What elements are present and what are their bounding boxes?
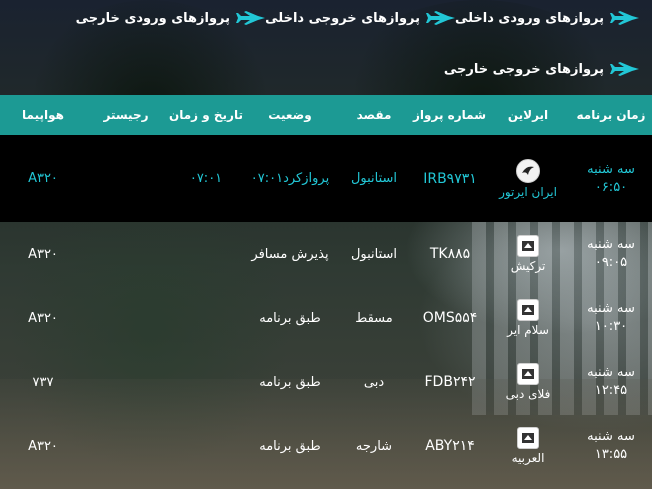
column-header: هواپیما (22, 108, 64, 122)
destination: استانبول (350, 246, 398, 262)
day-label: سه شنبه (587, 161, 635, 177)
airline-cell: العربیه (486, 427, 570, 465)
nav-label: پروازهای ورودی خارجی (75, 10, 230, 26)
table-header: زمان برنامه ایرلاین شماره پرواز مقصد وضع… (0, 95, 652, 135)
column-header: شماره پرواز (413, 108, 486, 122)
scheduled-time: سه شنبه ۱۳:۵۵ (570, 428, 652, 464)
airline-logo-icon (517, 235, 539, 257)
destination: مسقط (355, 310, 393, 326)
table-row[interactable]: سه شنبه ۱۰:۳۰ سلام ایر OMS۵۵۴ مسقط طبق ب… (0, 286, 652, 350)
scheduled-time: سه شنبه ۱۲:۴۵ (570, 364, 652, 400)
time-label: ۰۹:۰۵ (594, 255, 628, 270)
time-label: ۱۰:۳۰ (594, 319, 628, 334)
plane-icon (236, 11, 265, 25)
flight-status: طبق برنامه (259, 310, 321, 326)
airline-cell: ایران ایرتور (486, 158, 570, 199)
plane-icon (610, 62, 639, 76)
airline-name: ایران ایرتور (499, 184, 557, 199)
plane-icon (610, 11, 639, 25)
airline-logo-icon (517, 363, 539, 385)
column-header: زمان برنامه (576, 108, 646, 122)
flight-number: IRB۹۷۳۱ (423, 170, 477, 187)
flight-number: FDB۲۴۲ (424, 374, 476, 390)
flight-status: پروازکرد۰۷:۰۱ (250, 171, 330, 186)
flight-status: طبق برنامه (259, 438, 321, 454)
column-header: ایرلاین (507, 108, 549, 122)
aircraft-type: A۳۲۰ (28, 310, 58, 326)
nav-label: پروازهای خروجی داخلی (265, 10, 420, 26)
airline-name: ترکیش (510, 259, 546, 273)
column-header: تاریخ و زمان (169, 108, 243, 122)
time-label: ۰۶:۵۰ (594, 179, 628, 195)
column-header: رجیستر (103, 108, 149, 122)
nav-international-arrivals[interactable]: پروازهای ورودی خارجی (76, 10, 266, 26)
nav-domestic-arrivals[interactable]: پروازهای ورودی داخلی (455, 10, 640, 26)
nav-international-departures[interactable]: پروازهای خروجی خارجی (444, 61, 640, 77)
time-label: ۱۲:۴۵ (594, 383, 628, 398)
day-label: سه شنبه (587, 365, 635, 380)
table-row[interactable]: سه شنبه ۰۶:۵۰ ایران ایرتور IRB۹۷۳۱ استان… (0, 135, 652, 222)
flight-number: TK۸۸۵ (429, 246, 471, 262)
airline-name: سلام ایر (507, 323, 549, 337)
airline-name: العربیه (511, 451, 545, 465)
table-row[interactable]: سه شنبه ۱۲:۴۵ فلای دبی FDB۲۴۲ دبی طبق بر… (0, 350, 652, 414)
scheduled-time: سه شنبه ۱۰:۳۰ (570, 300, 652, 336)
aircraft-type: A۳۲۰ (28, 246, 58, 262)
aircraft-type: ۷۳۷ (32, 374, 54, 390)
flights-table: زمان برنامه ایرلاین شماره پرواز مقصد وضع… (0, 95, 652, 478)
airline-logo-icon (517, 427, 539, 449)
column-header: وضعیت (268, 108, 312, 122)
flight-status: طبق برنامه (259, 374, 321, 390)
airline-cell: فلای دبی (486, 363, 570, 401)
nav-label: پروازهای ورودی داخلی (454, 10, 604, 26)
time-label: ۱۳:۵۵ (594, 447, 628, 462)
destination: استانبول (350, 171, 398, 186)
airline-cell: ترکیش (486, 235, 570, 273)
airline-logo-icon (517, 299, 539, 321)
actual-datetime: ۰۷:۰۱ (189, 171, 223, 186)
nav-domestic-departures[interactable]: پروازهای خروجی داخلی (265, 10, 456, 26)
flight-status: پذیرش مسافر (251, 246, 329, 262)
aircraft-type: A۳۲۰ (28, 171, 58, 186)
day-label: سه شنبه (587, 237, 635, 252)
nav-label: پروازهای خروجی خارجی (443, 61, 604, 77)
day-label: سه شنبه (587, 429, 635, 444)
plane-icon (426, 11, 455, 25)
destination: دبی (363, 374, 385, 390)
destination: شارجه (355, 438, 393, 454)
table-row[interactable]: سه شنبه ۱۳:۵۵ العربیه ABY۲۱۴ شارجه طبق ب… (0, 414, 652, 478)
flight-number: ABY۲۱۴ (425, 438, 475, 454)
scheduled-time: سه شنبه ۰۶:۵۰ (570, 161, 652, 197)
day-label: سه شنبه (587, 301, 635, 316)
airline-cell: سلام ایر (486, 299, 570, 337)
airline-logo-icon (516, 158, 540, 183)
airline-name: فلای دبی (505, 387, 551, 401)
flight-type-nav: پروازهای ورودی داخلی پروازهای خروجی داخل… (0, 0, 652, 95)
column-header: مقصد (356, 108, 392, 122)
scheduled-time: سه شنبه ۰۹:۰۵ (570, 236, 652, 272)
aircraft-type: A۳۲۰ (28, 438, 58, 454)
flight-number: OMS۵۵۴ (422, 310, 478, 326)
table-row[interactable]: سه شنبه ۰۹:۰۵ ترکیش TK۸۸۵ استانبول پذیرش… (0, 222, 652, 286)
